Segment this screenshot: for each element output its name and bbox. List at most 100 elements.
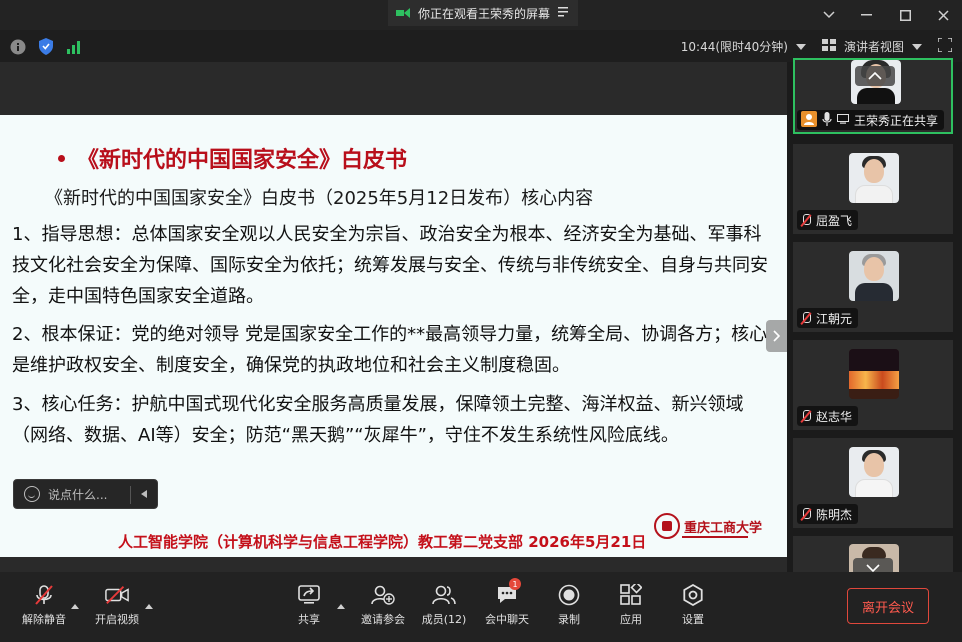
bullet-dot <box>58 154 65 162</box>
avatar <box>849 447 899 497</box>
window-controls <box>810 0 962 30</box>
record-button[interactable]: 录制 <box>539 584 599 627</box>
share-options-caret[interactable] <box>337 604 345 609</box>
slide-title-text: 《新时代的中国国家安全》白皮书 <box>77 147 408 173</box>
chat-label: 会中聊天 <box>485 613 529 626</box>
participant-tile-presenter[interactable]: 王荣秀正在共享 <box>793 58 953 134</box>
add-user-icon <box>371 584 395 606</box>
collapse-chat-icon[interactable] <box>141 490 147 498</box>
host-user-icon <box>801 110 817 130</box>
chat-unread-badge: 1 <box>509 578 521 590</box>
scroll-down-button[interactable] <box>853 558 893 572</box>
participant-tile[interactable]: 屈盈飞 <box>793 144 953 234</box>
participant-tile[interactable]: 江朝元 <box>793 242 953 332</box>
avatar <box>849 251 899 301</box>
maximize-icon[interactable] <box>886 0 924 30</box>
avatar <box>849 349 899 399</box>
participant-tile[interactable] <box>793 536 953 572</box>
collapse-strip-handle[interactable] <box>766 320 788 352</box>
avatar <box>849 153 899 203</box>
chat-button[interactable]: 1 会中聊天 <box>477 578 537 627</box>
minimize-icon[interactable] <box>848 0 886 30</box>
chevron-down-icon[interactable] <box>810 0 848 30</box>
mic-muted-icon <box>801 213 811 227</box>
screen-share-small-icon <box>837 113 849 127</box>
camera-off-icon <box>105 584 129 606</box>
list-icon[interactable] <box>558 6 570 20</box>
chat-divider <box>130 486 131 504</box>
university-seal-icon <box>654 513 680 539</box>
start-video-label: 开启视频 <box>95 613 139 626</box>
mic-muted-icon <box>801 507 811 521</box>
participant-name-tag: 王荣秀正在共享 <box>797 110 945 130</box>
emoji-icon[interactable] <box>24 486 40 502</box>
participant-name-tag: 屈盈飞 <box>797 210 859 230</box>
slide-title: 《新时代的中国国家安全》白皮书 <box>58 142 407 174</box>
university-logo: 重庆工商大学 <box>654 513 762 539</box>
mic-muted-icon <box>801 409 811 423</box>
view-mode-label[interactable]: 演讲者视图 <box>844 38 904 55</box>
participant-name: 赵志华 <box>816 409 853 424</box>
university-name: 重庆工商大学 <box>684 520 763 536</box>
view-dropdown-icon[interactable] <box>912 43 922 50</box>
participant-name-tag: 陈明杰 <box>797 504 859 524</box>
video-options-caret[interactable] <box>145 604 153 609</box>
mic-icon <box>822 111 832 129</box>
meeting-window: 你正在观看王荣秀的屏幕 10:44(限时40分钟) 演讲者视图 《新时代的中国国… <box>0 0 962 642</box>
participant-name: 王荣秀正在共享 <box>854 113 939 128</box>
title-bar: 你正在观看王荣秀的屏幕 <box>0 0 962 30</box>
settings-label: 设置 <box>682 613 704 626</box>
meeting-toolbar: 解除静音 开启视频 共享 邀请参会 成员(12) 1 会中聊天 录制 应用 设置… <box>0 572 962 642</box>
slide-paragraph-1: 1、指导思想：总体国家安全观以人民安全为宗旨、政治安全为根本、经济安全为基础、军… <box>12 224 768 307</box>
apps-button[interactable]: 应用 <box>601 584 661 627</box>
banner-text: 你正在观看王荣秀的屏幕 <box>417 6 550 21</box>
layout-grid-icon[interactable] <box>821 39 836 54</box>
scroll-up-button[interactable] <box>855 66 895 86</box>
share-label: 共享 <box>298 613 320 626</box>
share-button[interactable]: 共享 <box>279 584 339 627</box>
participant-name-tag: 江朝元 <box>797 308 859 328</box>
meeting-time: 10:44(限时40分钟) <box>680 40 788 54</box>
unmute-label: 解除静音 <box>22 613 66 626</box>
participant-name: 江朝元 <box>816 311 853 326</box>
info-icon[interactable] <box>10 39 26 59</box>
members-icon <box>432 584 456 606</box>
gear-icon <box>681 584 705 606</box>
mic-muted-icon <box>801 311 811 325</box>
slide-footer: 人工智能学院（计算机科学与信息工程学院）教工第二党支部 2026年5月21日 <box>118 533 647 551</box>
slide-subtitle: 《新时代的中国国家安全》白皮书（2025年5月12日发布）核心内容 <box>45 188 594 209</box>
slide-paragraph-2: 2、根本保证：党的绝对领导 党是国家安全工作的**最高领导力量，统筹全局、协调各… <box>12 324 768 376</box>
members-button[interactable]: 成员(12) <box>414 584 474 627</box>
record-icon <box>557 584 581 606</box>
fullscreen-icon[interactable] <box>937 37 953 55</box>
participant-strip: 王荣秀正在共享 屈盈飞 江朝元 赵志华 陈明杰 <box>787 58 962 572</box>
participant-name-tag: 赵志华 <box>797 406 859 426</box>
screen-share-banner[interactable]: 你正在观看王荣秀的屏幕 <box>388 0 578 26</box>
quick-chat-input[interactable]: 说点什么... <box>13 479 158 509</box>
audio-options-caret[interactable] <box>71 604 79 609</box>
invite-label: 邀请参会 <box>361 613 405 626</box>
participant-name: 陈明杰 <box>816 507 853 522</box>
logo-underline <box>682 536 748 538</box>
leave-meeting-button[interactable]: 离开会议 <box>847 588 929 624</box>
unmute-button[interactable]: 解除静音 <box>14 584 74 627</box>
shared-screen: 《新时代的中国国家安全》白皮书 《新时代的中国国家安全》白皮书（2025年5月1… <box>0 62 788 572</box>
security-shield-icon[interactable] <box>38 38 54 59</box>
chat-placeholder: 说点什么... <box>48 487 108 502</box>
screen-share-icon <box>395 7 410 19</box>
chat-bubble-icon: 1 <box>495 578 521 606</box>
record-label: 录制 <box>558 613 580 626</box>
participant-tile[interactable]: 陈明杰 <box>793 438 953 528</box>
share-screen-icon <box>297 584 321 606</box>
signal-strength-icon[interactable] <box>66 39 82 58</box>
close-icon[interactable] <box>924 0 962 30</box>
mic-off-icon <box>32 584 56 606</box>
time-dropdown-icon[interactable] <box>795 43 806 50</box>
apps-label: 应用 <box>620 613 642 626</box>
slide-paragraph-3: 3、核心任务：护航中国式现代化安全服务高质量发展，保障领土完整、海洋权益、新兴领… <box>12 394 744 446</box>
settings-button[interactable]: 设置 <box>663 584 723 627</box>
apps-icon <box>619 584 643 606</box>
invite-button[interactable]: 邀请参会 <box>353 584 413 627</box>
start-video-button[interactable]: 开启视频 <box>87 584 147 627</box>
participant-tile[interactable]: 赵志华 <box>793 340 953 430</box>
